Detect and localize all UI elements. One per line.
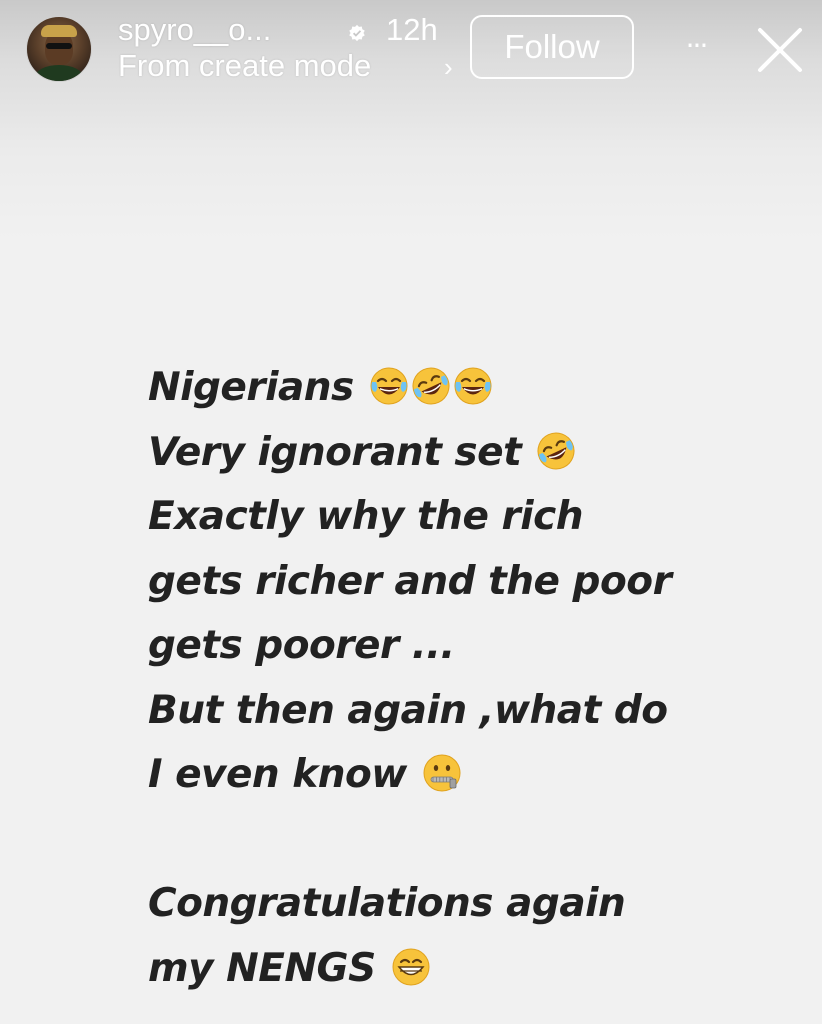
story-line-text: But then again ,what do xyxy=(148,687,668,733)
story-line: Very ignorant set xyxy=(148,421,788,486)
laugh-cry-emoji-icon xyxy=(370,367,408,405)
laugh-cry-emoji-icon xyxy=(454,367,492,405)
story-line: Congratulations again xyxy=(148,872,788,937)
story-line-text: Congratulations again xyxy=(148,881,626,926)
close-icon[interactable] xyxy=(752,22,808,78)
story-background: spyro__o... 12h From create mode › Follo… xyxy=(0,0,822,1024)
follow-button[interactable]: Follow xyxy=(470,15,634,79)
story-line-text: I even know xyxy=(148,752,407,797)
story-line-text: gets richer and the poor xyxy=(148,558,672,604)
story-line: my NENGS xyxy=(148,937,788,1002)
avatar[interactable] xyxy=(26,16,92,82)
username[interactable]: spyro__o... xyxy=(118,12,271,48)
avatar-glasses-shape xyxy=(46,43,72,49)
avatar-body-shape xyxy=(35,65,83,81)
chevron-right-icon[interactable]: › xyxy=(444,52,453,82)
story-line: I even know xyxy=(148,743,788,808)
story-line: Nigerians xyxy=(148,356,788,421)
story-line: But then again ,what do xyxy=(148,679,788,744)
story-line-text: Exactly why the rich xyxy=(148,494,583,539)
rolling-laugh-emoji-icon xyxy=(537,432,575,469)
story-line-text: my NENGS xyxy=(148,945,376,991)
story-line: gets poorer ... xyxy=(148,614,788,679)
story-line-text: Nigerians xyxy=(148,365,354,410)
post-time: 12h xyxy=(386,12,438,47)
story-text-block: Nigerians Very ignorant set Exactly why … xyxy=(148,356,788,1001)
story-header: spyro__o... 12h From create mode › Follo… xyxy=(0,0,822,100)
avatar-hat-shape xyxy=(41,25,77,37)
story-source-label[interactable]: From create mode xyxy=(118,48,371,84)
rolling-laugh-emoji-icon xyxy=(412,367,450,405)
story-line-text: Very ignorant set xyxy=(148,429,522,475)
story-line: Exactly why the rich xyxy=(148,485,788,550)
story-line-text: gets poorer ... xyxy=(148,623,455,668)
more-options-icon[interactable]: ··· xyxy=(676,28,716,64)
zipper-mouth-emoji-icon xyxy=(423,754,461,792)
grinning-emoji-icon xyxy=(392,948,430,985)
story-line: gets richer and the poor xyxy=(148,550,788,615)
verified-badge-icon xyxy=(349,24,365,42)
